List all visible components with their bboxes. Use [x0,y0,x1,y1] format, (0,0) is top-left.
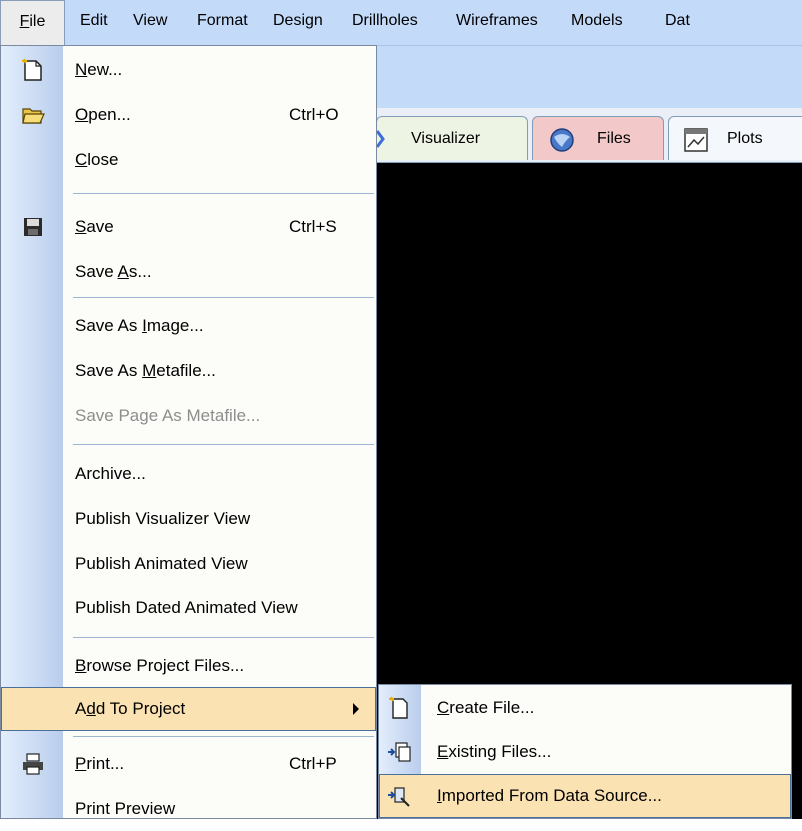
menu-wireframes-label: Wireframes [456,12,538,29]
menu-separator [73,637,374,638]
menu-file[interactable]: File [0,0,65,46]
publish-visualizer-view-label: Publish Visualizer View [75,509,251,528]
menu-models-label: Models [571,12,623,29]
printer-icon [23,753,43,775]
submenu-item-existing-files[interactable]: Existing Files... [379,730,791,774]
menu-view-label: View [133,12,168,29]
plot-window-icon [684,128,708,152]
menu-format[interactable]: Format [197,0,248,45]
close-label: Close [75,150,119,169]
menu-item-save[interactable]: Save Ctrl+S [1,205,376,249]
tab-files-label: Files [597,130,631,147]
menu-edit-label: Edit [80,12,108,29]
tab-plots[interactable]: Plots [668,116,802,160]
existing-files-icon [388,742,411,762]
print-shortcut: Ctrl+P [289,754,337,773]
create-file-icon [389,696,408,719]
add-to-project-submenu: Create File... Existing Files... Importe… [378,684,792,819]
menu-drillholes-label: Drillholes [352,12,418,29]
menu-file-rest: ile [29,13,46,30]
menu-item-add-to-project[interactable]: Add To Project [1,687,376,731]
menu-data[interactable]: Dat [665,0,690,45]
menu-drillholes[interactable]: Drillholes [352,0,418,45]
menu-data-label: Dat [665,12,690,29]
publish-dated-animated-view-label: Publish Dated Animated View [75,598,298,617]
menu-design-label: Design [273,12,323,29]
open-folder-icon [22,108,45,124]
menu-item-print-preview[interactable]: Print Preview [1,787,376,831]
menu-item-save-as-image[interactable]: Save As Image... [1,304,376,348]
archive-label: Archive... [75,464,146,483]
menu-format-label: Format [197,12,248,29]
existing-files-label: Existing Files... [437,742,552,761]
menu-view[interactable]: View [133,0,167,45]
create-file-label: Create File... [437,698,535,717]
tab-visualizer[interactable]: Visualizer [375,116,528,160]
menu-wireframes[interactable]: Wireframes [456,0,538,45]
menu-item-save-page-as-metafile: Save Page As Metafile... [1,394,376,438]
menu-edit[interactable]: Edit [80,0,108,45]
menu-bar: File Edit View Format Design Drillholes … [0,0,802,46]
save-as-label: Save As... [75,262,152,281]
submenu-item-imported-from-data-source[interactable]: Imported From Data Source... [379,774,791,818]
new-label: New... [75,60,123,79]
save-as-metafile-label: Save As Metafile... [75,361,216,380]
menu-item-browse-project-files[interactable]: Browse Project Files... [1,644,376,688]
menu-design[interactable]: Design [273,0,323,45]
save-disk-icon [24,218,42,236]
open-label: Open... [75,105,131,124]
menu-item-new[interactable]: New... [1,48,376,92]
menu-item-close[interactable]: Close [1,138,376,182]
menu-item-open[interactable]: Open... Ctrl+O [1,93,376,137]
globe-icon [550,128,574,152]
new-file-icon [22,58,42,81]
menu-separator [73,297,374,298]
menu-item-save-as[interactable]: Save As... [1,250,376,294]
save-shortcut: Ctrl+S [289,217,337,236]
menu-separator [73,736,374,737]
menu-item-print[interactable]: Print... Ctrl+P [1,742,376,786]
submenu-arrow-icon [353,703,359,715]
submenu-item-create-file[interactable]: Create File... [379,686,791,730]
add-to-project-label: Add To Project [75,699,186,718]
open-shortcut: Ctrl+O [289,105,339,124]
tab-files[interactable]: Files [532,116,664,160]
menu-item-save-as-metafile[interactable]: Save As Metafile... [1,349,376,393]
save-label: Save [75,217,114,236]
save-as-image-label: Save As Image... [75,316,204,335]
menu-item-publish-visualizer-view[interactable]: Publish Visualizer View [1,497,376,541]
print-preview-label: Print Preview [75,799,176,818]
save-page-as-metafile-label: Save Page As Metafile... [75,406,261,425]
menu-item-publish-animated-view[interactable]: Publish Animated View [1,542,376,586]
menu-models[interactable]: Models [571,0,623,45]
menu-item-archive[interactable]: Archive... [1,452,376,496]
imported-from-data-source-label: Imported From Data Source... [437,786,662,805]
menu-file-mnemonic: F [19,13,30,30]
publish-animated-view-label: Publish Animated View [75,554,248,573]
menu-item-publish-dated-animated-view[interactable]: Publish Dated Animated View [1,586,376,630]
print-label: Print... [75,754,125,773]
menu-separator [73,444,374,445]
browse-project-files-label: Browse Project Files... [75,656,245,675]
import-data-icon [388,787,410,807]
file-menu-dropdown: New... Open... Ctrl+O Close Save Ctrl+S … [0,45,377,819]
tab-visualizer-label: Visualizer [411,130,481,147]
menu-separator [73,193,374,194]
tab-plots-label: Plots [727,130,763,147]
view-tab-strip: Visualizer Files Plots [375,108,802,164]
